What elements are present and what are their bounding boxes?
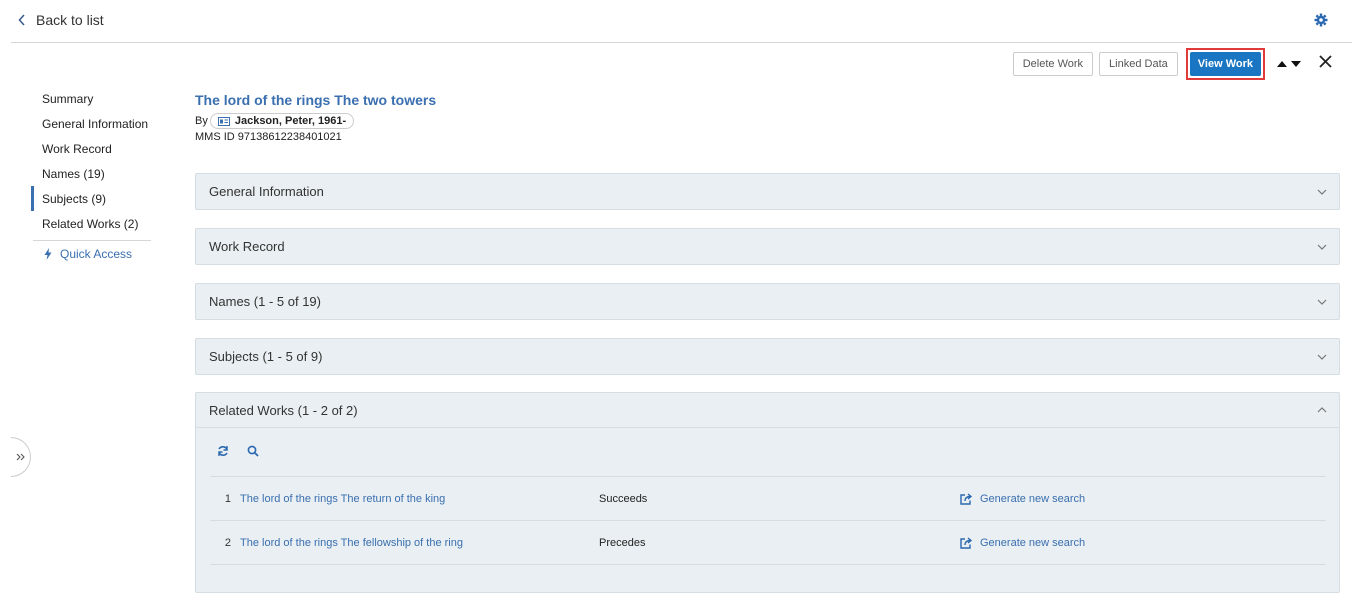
row-number: 2: [224, 536, 231, 549]
previous-record-icon[interactable]: [1277, 60, 1287, 68]
chevron-left-icon: [18, 14, 25, 26]
back-label: Back to list: [36, 12, 104, 28]
nav-work-record[interactable]: Work Record: [31, 136, 151, 161]
nav-names[interactable]: Names (19): [31, 161, 151, 186]
section-header[interactable]: Related Works (1 - 2 of 2): [196, 393, 1339, 428]
generate-new-search-label: Generate new search: [980, 492, 1086, 505]
byline: By Jackson, Peter, 1961-: [195, 113, 1340, 129]
section-header[interactable]: Subjects (1 - 5 of 9): [196, 339, 1339, 374]
section-title: Subjects (1 - 5 of 9): [209, 349, 323, 364]
top-bar: Back to list: [0, 0, 1354, 43]
lightning-icon: [44, 248, 52, 260]
mms-id: MMS ID 97138612238401021: [195, 131, 342, 143]
generate-new-search-link[interactable]: Generate new search: [960, 493, 1085, 505]
section-related-works: Related Works (1 - 2 of 2) 1 The lord of…: [195, 392, 1340, 593]
section-title: Names (1 - 5 of 19): [209, 294, 321, 309]
relation-type: Succeeds: [599, 492, 648, 505]
table-row: 1 The lord of the rings The return of th…: [210, 477, 1326, 521]
chevron-down-icon: [1317, 299, 1327, 305]
author-chip[interactable]: Jackson, Peter, 1961-: [209, 113, 355, 129]
id-card-icon: [217, 116, 230, 126]
relation-type: Precedes: [599, 536, 646, 549]
nav-related-works[interactable]: Related Works (2): [31, 211, 151, 236]
external-link-icon: [960, 492, 973, 505]
back-to-list-button[interactable]: Back to list: [18, 12, 104, 28]
section-title: Related Works (1 - 2 of 2): [209, 402, 358, 418]
record-header: The lord of the rings The two towers By …: [195, 92, 1340, 143]
chevron-down-icon: [1317, 189, 1327, 195]
nav-subjects[interactable]: Subjects (9): [31, 186, 151, 211]
quick-access-label: Quick Access: [60, 247, 133, 261]
section-names: Names (1 - 5 of 19): [195, 283, 1340, 320]
section-header[interactable]: Work Record: [196, 229, 1339, 264]
related-works-list: 1 The lord of the rings The return of th…: [210, 476, 1326, 565]
search-icon[interactable]: [247, 445, 259, 457]
delete-work-button[interactable]: Delete Work: [1012, 52, 1094, 76]
close-icon[interactable]: [1319, 55, 1332, 73]
generate-new-search-link[interactable]: Generate new search: [960, 537, 1085, 549]
next-record-icon[interactable]: [1291, 60, 1301, 68]
record-navigation: [1277, 60, 1301, 68]
record-actions: Delete Work Linked Data View Work: [1012, 48, 1332, 80]
view-work-button[interactable]: View Work: [1189, 52, 1261, 76]
refresh-icon[interactable]: [217, 445, 229, 457]
generate-new-search-label: Generate new search: [980, 536, 1086, 549]
divider: [33, 240, 151, 241]
related-work-link[interactable]: The lord of the rings The return of the …: [240, 493, 599, 505]
quick-access-link[interactable]: Quick Access: [31, 247, 151, 261]
record-title[interactable]: The lord of the rings The two towers: [195, 92, 436, 108]
nav-summary[interactable]: Summary: [31, 86, 151, 111]
section-title: General Information: [209, 184, 324, 199]
section-general-information: General Information: [195, 173, 1340, 210]
by-label: By: [195, 115, 208, 127]
gear-icon[interactable]: [1314, 13, 1328, 32]
expand-panel-button[interactable]: [11, 437, 31, 477]
section-header[interactable]: General Information: [196, 174, 1339, 209]
section-work-record: Work Record: [195, 228, 1340, 265]
section-navigation: Summary General Information Work Record …: [31, 86, 151, 261]
related-works-toolbar: [196, 428, 1339, 476]
double-chevron-right-icon: [16, 453, 25, 461]
chevron-up-icon: [1317, 407, 1327, 413]
view-work-highlight: View Work: [1185, 48, 1265, 80]
nav-general-information[interactable]: General Information: [31, 111, 151, 136]
external-link-icon: [960, 536, 973, 549]
section-subjects: Subjects (1 - 5 of 9): [195, 338, 1340, 375]
chevron-down-icon: [1317, 244, 1327, 250]
section-header[interactable]: Names (1 - 5 of 19): [196, 284, 1339, 319]
author-name: Jackson, Peter, 1961-: [234, 115, 347, 127]
related-work-link[interactable]: The lord of the rings The fellowship of …: [240, 537, 599, 549]
linked-data-button[interactable]: Linked Data: [1099, 52, 1178, 76]
table-row: 2 The lord of the rings The fellowship o…: [210, 521, 1326, 565]
section-title: Work Record: [209, 239, 285, 254]
row-number: 1: [224, 492, 231, 505]
divider: [11, 42, 1352, 43]
chevron-down-icon: [1317, 354, 1327, 360]
